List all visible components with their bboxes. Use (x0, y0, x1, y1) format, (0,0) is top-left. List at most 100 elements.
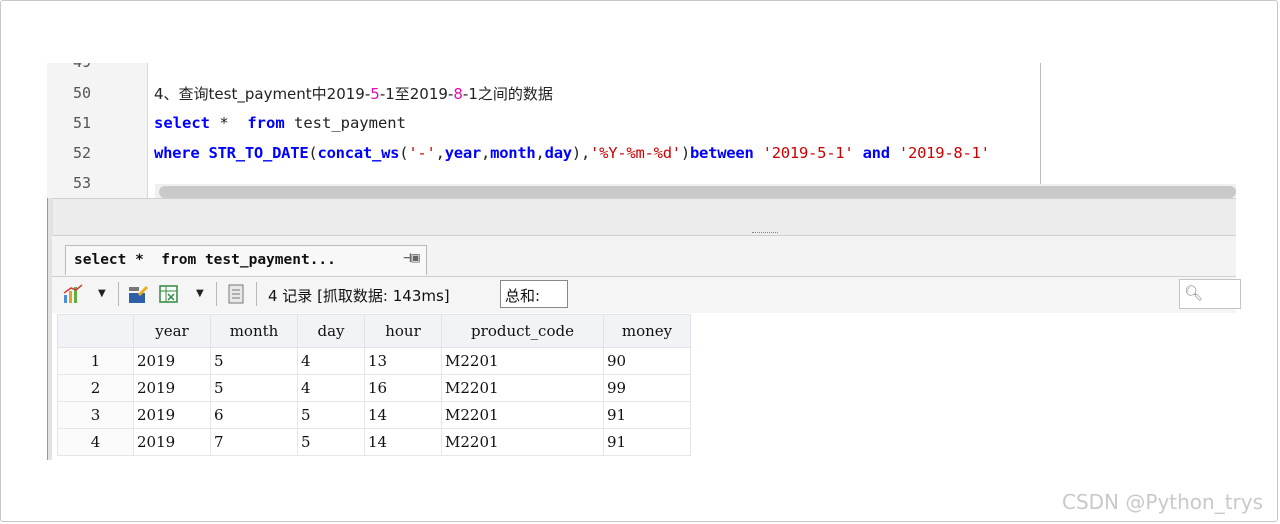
chart-icon[interactable] (62, 283, 84, 305)
table-cell[interactable]: M2201 (441, 401, 604, 429)
table-row[interactable]: 3 2019 6 5 14 M2201 91 (57, 401, 691, 429)
table-cell[interactable]: M2201 (441, 347, 604, 375)
table-cell[interactable]: 2019 (133, 347, 211, 375)
pin-icon[interactable]: ⊣▣ (403, 250, 420, 266)
fold-margin (147, 63, 148, 200)
comment-highlight: 5 (370, 85, 380, 103)
code-line-select[interactable]: select * from test_payment (154, 114, 406, 132)
column-month: month (490, 144, 536, 162)
horizontal-scrollbar-thumb[interactable] (159, 186, 1236, 198)
column-header-money[interactable]: money (603, 314, 691, 348)
keyword-and: and (862, 144, 891, 162)
table-cell[interactable]: 91 (603, 428, 691, 456)
table-cell[interactable]: 5 (297, 428, 365, 456)
table-cell[interactable]: 5 (210, 374, 298, 402)
column-header-month[interactable]: month (210, 314, 298, 348)
watermark-text: CSDN @Python_trys (1062, 490, 1264, 514)
code-line-comment[interactable]: 4、查询test_payment中2019-5-1至2019-8-1之间的数据 (154, 83, 553, 104)
row-number-header[interactable] (57, 314, 134, 348)
table-cell[interactable]: 5 (210, 347, 298, 375)
code-paren: ( (308, 144, 318, 162)
comment-text: 4、查询test_payment中2019- (154, 85, 371, 103)
line-number: 53 (73, 174, 92, 192)
table-cell[interactable]: 4 (297, 347, 365, 375)
table-cell[interactable]: 2019 (133, 428, 211, 456)
chevron-down-icon[interactable]: ▼ (98, 288, 106, 299)
toolbar-divider (216, 282, 217, 306)
column-header-day[interactable]: day (297, 314, 365, 348)
result-grid[interactable]: year month day hour product_code money 1… (57, 314, 691, 456)
code-comma: , (435, 144, 445, 162)
chevron-down-icon[interactable]: ▼ (196, 288, 204, 299)
string-to-date: '2019-8-1' (898, 144, 990, 162)
toolbar-divider (118, 282, 119, 306)
comment-highlight: 8 (453, 85, 463, 103)
table-cell[interactable]: 99 (603, 374, 691, 402)
row-number[interactable]: 2 (57, 374, 134, 402)
document-icon[interactable] (225, 283, 247, 305)
grid-header-row: year month day hour product_code money (57, 314, 691, 348)
table-cell[interactable]: 13 (364, 347, 442, 375)
result-tab-label: select * from test_payment... (74, 252, 336, 268)
table-cell[interactable]: M2201 (441, 374, 604, 402)
table-cell[interactable]: 14 (364, 401, 442, 429)
code-table-name: test_payment (284, 114, 406, 132)
line-number: 52 (73, 144, 92, 162)
table-cell[interactable]: 14 (364, 428, 442, 456)
code-line-where[interactable]: where STR_TO_DATE(concat_ws('-',year,mon… (154, 144, 990, 162)
function-concat-ws: concat_ws (317, 144, 400, 162)
table-cell[interactable]: 2019 (133, 374, 211, 402)
table-row[interactable]: 1 2019 5 4 13 M2201 90 (57, 347, 691, 375)
table-cell[interactable]: 5 (297, 401, 365, 429)
keyword-from: from (247, 114, 285, 132)
row-number[interactable]: 4 (57, 428, 134, 456)
export-grid-icon[interactable] (158, 283, 180, 305)
record-count-status: 4 记录 [抓取数据: 143ms] (268, 287, 450, 305)
column-header-product-code[interactable]: product_code (441, 314, 604, 348)
comment-text: -1至2019- (379, 85, 454, 103)
code-paren: ), (571, 144, 591, 162)
column-header-year[interactable]: year (133, 314, 211, 348)
search-icon: 🔍︎ (1184, 284, 1204, 302)
table-cell[interactable]: 4 (297, 374, 365, 402)
string-format: '%Y-%m-%d' (590, 144, 681, 162)
table-cell[interactable]: 90 (603, 347, 691, 375)
function-str-to-date: STR_TO_DATE (199, 144, 309, 162)
table-cell[interactable]: 2019 (133, 401, 211, 429)
table-cell[interactable]: M2201 (441, 428, 604, 456)
code-comma: , (535, 144, 545, 162)
edit-grid-icon[interactable] (127, 283, 149, 305)
sql-editor[interactable]: 49 50 51 52 53 4、查询test_payment中2019-5-1… (47, 63, 1236, 200)
line-number: 50 (73, 84, 92, 102)
row-number[interactable]: 1 (57, 347, 134, 375)
table-cell[interactable]: 7 (210, 428, 298, 456)
string-from-date: '2019-5-1' (762, 144, 854, 162)
string-separator: '-' (408, 144, 436, 162)
code-paren: ) (680, 144, 690, 162)
table-cell[interactable]: 91 (603, 401, 691, 429)
column-year: year (444, 144, 482, 162)
column-day: day (544, 144, 573, 162)
column-header-hour[interactable]: hour (364, 314, 442, 348)
table-row[interactable]: 2 2019 5 4 16 M2201 99 (57, 374, 691, 402)
comment-text: -1之间的数据 (462, 85, 553, 103)
editor-splitter[interactable] (52, 198, 1236, 236)
toolbar-divider (256, 282, 257, 306)
keyword-select: select (154, 114, 210, 132)
table-row[interactable]: 4 2019 7 5 14 M2201 91 (57, 428, 691, 456)
row-number[interactable]: 3 (57, 401, 134, 429)
code-paren: ( (399, 144, 409, 162)
line-number: 51 (73, 114, 92, 132)
keyword-between: between (689, 144, 754, 162)
keyword-where: where (154, 144, 200, 162)
table-cell[interactable]: 16 (364, 374, 442, 402)
code-comma: , (481, 144, 491, 162)
table-cell[interactable]: 6 (210, 401, 298, 429)
code-star: * (210, 114, 248, 132)
right-margin-line (1040, 63, 1041, 200)
line-number: 49 (73, 63, 91, 71)
sum-label: 总和: (505, 287, 541, 305)
